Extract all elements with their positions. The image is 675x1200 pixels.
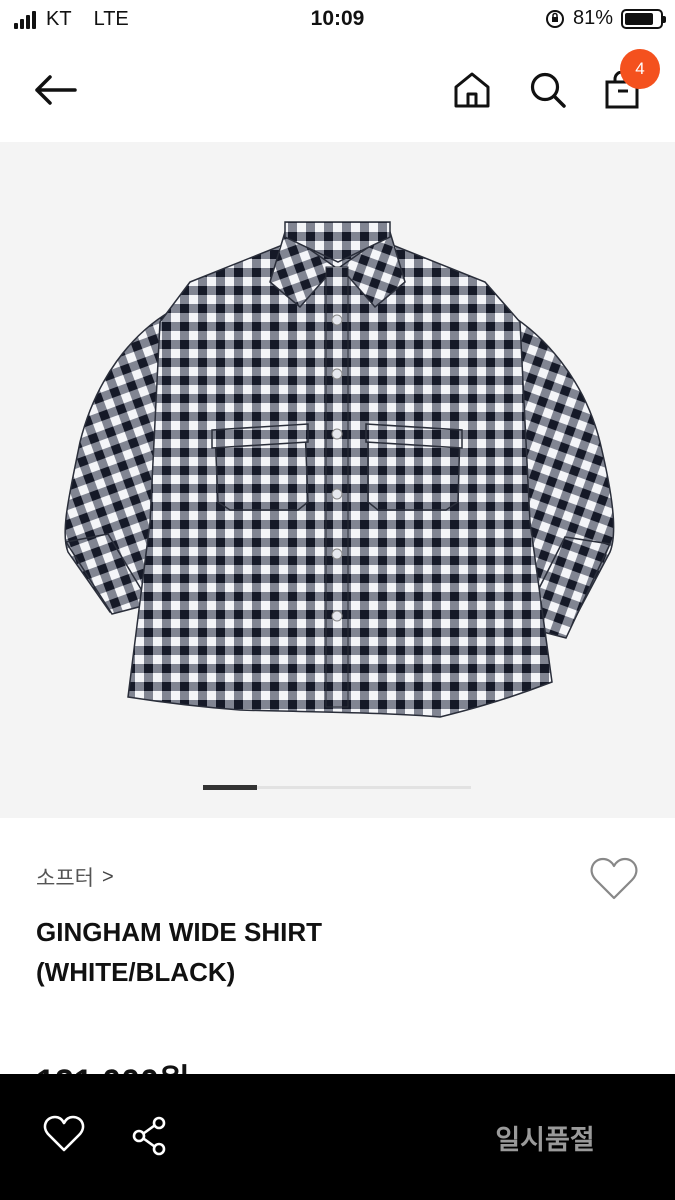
bottom-action-bar: 일시품절 [0,1074,675,1200]
status-right: 81% [545,7,666,30]
battery-percent: 81% [572,7,613,29]
battery-level [625,12,653,25]
product-title: GINGHAM WIDE SHIRT (WHITE/BLACK) [36,912,556,992]
orientation-lock-icon [545,9,564,28]
battery-icon [621,8,666,29]
brand-link[interactable]: 소프터 > [36,862,114,892]
product-image-carousel[interactable] [0,142,675,818]
cart-count-badge[interactable]: 4 [620,49,660,89]
share-button[interactable] [128,1114,174,1160]
soldout-button[interactable]: 일시품절 [440,1114,650,1160]
brand-name: 소프터 [36,867,94,890]
heart-icon [43,1115,85,1152]
bottom-wishlist-button[interactable] [42,1114,88,1160]
search-button[interactable] [524,66,572,114]
search-icon [530,72,566,108]
home-button[interactable] [448,66,496,114]
back-arrow-icon [35,75,77,105]
carousel-active-segment [203,785,257,790]
home-icon [454,72,490,108]
wishlist-button[interactable] [588,856,640,902]
product-title-line2: (WHITE/BLACK) [36,957,236,987]
product-title-line1: GINGHAM WIDE SHIRT [36,917,322,947]
gingham-shirt-image [64,221,615,718]
status-bar: KT LTE 10:09 81% [0,0,675,40]
app-header: 4 [0,40,675,142]
carousel-indicator[interactable] [203,785,471,790]
chevron-right-icon: > [101,865,114,888]
back-button[interactable] [30,68,80,112]
share-icon [132,1116,166,1156]
heart-outline-icon [590,857,638,900]
